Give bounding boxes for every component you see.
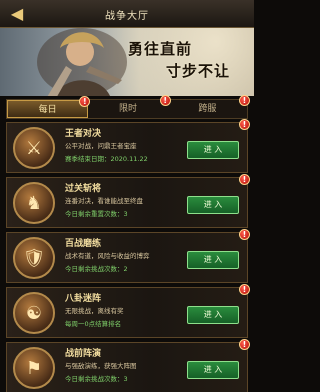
enter-button[interactable]: 进 入 <box>187 141 239 159</box>
activity-card-hundred-battles: 🛡 百战磨练 战术有道，风险与收益的博弈 今日剩余挑战次数：2 进 入 ! <box>6 229 250 283</box>
activity-description: 战术有道，风险与收益的博弈 <box>65 252 150 260</box>
top-bar: ◀ 战争大厅 <box>0 0 254 28</box>
warrior-icon: ♞ <box>13 182 55 224</box>
mode-tabs: 每日 ! 限时 ! 跨服 ! <box>6 95 250 119</box>
enter-button[interactable]: 进 入 <box>187 196 239 214</box>
activity-title: 战前阵演 <box>65 349 102 359</box>
activity-title: 过关斩将 <box>65 184 102 194</box>
notification-badge: ! <box>239 339 250 350</box>
activity-card-king-duel: ⚔ 王者对决 公平对战，问鼎王者宝座 赛季结束日期：2020.11.22 进 入… <box>6 119 250 173</box>
activity-title: 八卦迷阵 <box>65 294 102 304</box>
enter-button[interactable]: 进 入 <box>187 251 239 269</box>
bagua-icon: ☯ <box>13 292 55 334</box>
notification-badge: ! <box>239 119 250 130</box>
activity-meta: 今日剩余挑战次数：2 <box>65 265 128 273</box>
notification-badge: ! <box>239 174 250 185</box>
activity-card-bagua-maze: ☯ 八卦迷阵 无限挑战，离线有奖 每周一0点结算排名 进 入 ! <box>6 284 250 338</box>
tab-cross-server[interactable]: 跨服 ! <box>168 95 250 118</box>
activity-description: 无限挑战，离线有奖 <box>65 307 124 315</box>
enter-button[interactable]: 进 入 <box>187 361 239 379</box>
page-title: 战争大厅 <box>105 11 149 22</box>
battle-icon: ⚑ <box>13 347 55 389</box>
notification-badge: ! <box>239 284 250 295</box>
hero-warrior-illustration <box>37 28 127 96</box>
activity-description: 连番对决，看谁能战至终盘 <box>65 197 143 205</box>
enter-button[interactable]: 进 入 <box>187 306 239 324</box>
activity-meta: 赛季结束日期：2020.11.22 <box>65 155 148 163</box>
activity-meta: 今日剩余挑战次数：3 <box>65 375 128 383</box>
activity-description: 公平对战，问鼎王者宝座 <box>65 142 137 150</box>
activity-title: 王者对决 <box>65 129 102 139</box>
crossed-swords-icon: ⚔ <box>13 127 55 169</box>
notification-badge: ! <box>238 95 250 106</box>
banner-slogan-line2: 寸步不让 <box>166 62 231 80</box>
tab-limited-time[interactable]: 限时 ! <box>88 95 171 118</box>
activity-card-pass-challenge: ♞ 过关斩将 连番对决，看谁能战至终盘 今日剩余重置次数：3 进 入 ! <box>6 174 250 228</box>
notification-badge: ! <box>239 229 250 240</box>
activity-description: 与强敌演练，获强大阵图 <box>65 362 137 370</box>
shield-icon: 🛡 <box>13 237 55 279</box>
activity-meta: 今日剩余重置次数：3 <box>65 210 128 218</box>
tab-daily[interactable]: 每日 ! <box>7 96 91 118</box>
hero-banner: 勇往直前 寸步不让 <box>0 28 254 96</box>
banner-slogan-line1: 勇往直前 <box>128 40 193 58</box>
activity-meta: 每周一0点结算排名 <box>65 320 122 328</box>
activity-title: 百战磨练 <box>65 239 102 249</box>
activity-card-pre-battle-drill: ⚑ 战前阵演 与强敌演练，获强大阵图 今日剩余挑战次数：3 进 入 ! <box>6 339 250 392</box>
